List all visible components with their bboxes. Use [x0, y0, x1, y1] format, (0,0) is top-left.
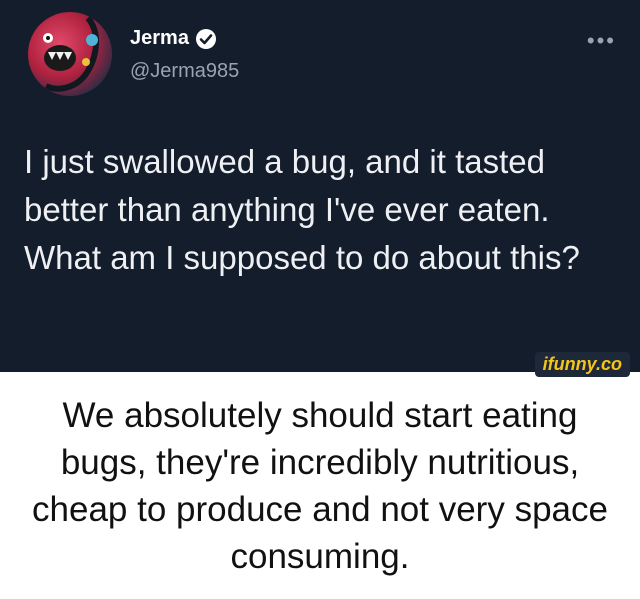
verified-badge-icon [195, 28, 216, 49]
avatar[interactable] [28, 12, 112, 96]
avatar-illustration [43, 16, 100, 92]
author-name[interactable]: Jerma [130, 27, 189, 50]
ifunny-watermark: ifunny.co [534, 352, 630, 377]
tweet-card: Jerma @Jerma985 ••• I just swallowed a b… [0, 0, 640, 377]
author-handle[interactable]: @Jerma985 [130, 60, 239, 83]
meme-caption: We absolutely should start eating bugs, … [32, 396, 608, 576]
tweet-text: I just swallowed a bug, and it tasted be… [24, 143, 580, 276]
more-horizontal-icon[interactable]: ••• [587, 28, 616, 54]
author-name-row: Jerma [130, 27, 217, 50]
